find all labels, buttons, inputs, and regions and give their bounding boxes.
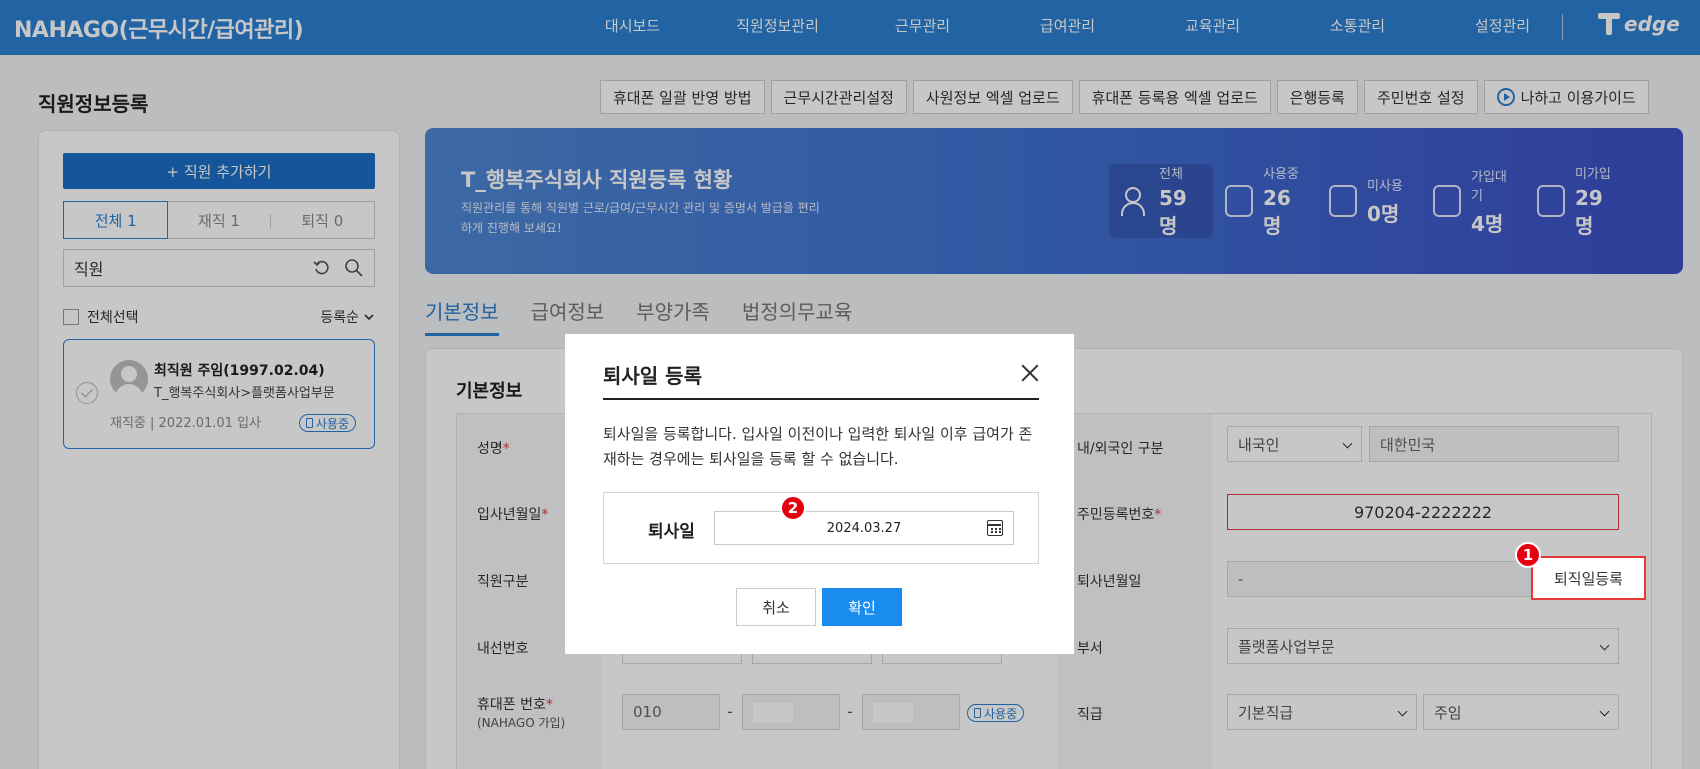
confirm-button[interactable]: 확인 bbox=[822, 588, 902, 626]
retire-date-input[interactable]: 2024.03.27 bbox=[714, 511, 1014, 545]
step-marker-1: 1 bbox=[1515, 542, 1541, 568]
modal-divider bbox=[603, 398, 1039, 400]
retire-date-value: 2024.03.27 bbox=[826, 520, 902, 536]
retire-date-row: 퇴사일 2024.03.27 2 bbox=[603, 492, 1039, 564]
cancel-button[interactable]: 취소 bbox=[736, 588, 816, 626]
calendar-icon[interactable] bbox=[987, 520, 1003, 536]
retire-date-register-button[interactable]: 퇴직일등록 bbox=[1531, 556, 1646, 600]
close-icon[interactable] bbox=[1019, 362, 1041, 384]
modal-title: 퇴사일 등록 bbox=[603, 364, 702, 388]
modal-message: 퇴사일을 등록합니다. 입사일 이전이나 입력한 퇴사일 이후 급여가 존재하는… bbox=[603, 425, 1033, 468]
retire-date-field-label: 퇴사일 bbox=[648, 522, 695, 542]
retire-date-modal: 퇴사일 등록 퇴사일을 등록합니다. 입사일 이전이나 입력한 퇴사일 이후 급… bbox=[565, 334, 1074, 654]
step-marker-2: 2 bbox=[780, 495, 806, 521]
